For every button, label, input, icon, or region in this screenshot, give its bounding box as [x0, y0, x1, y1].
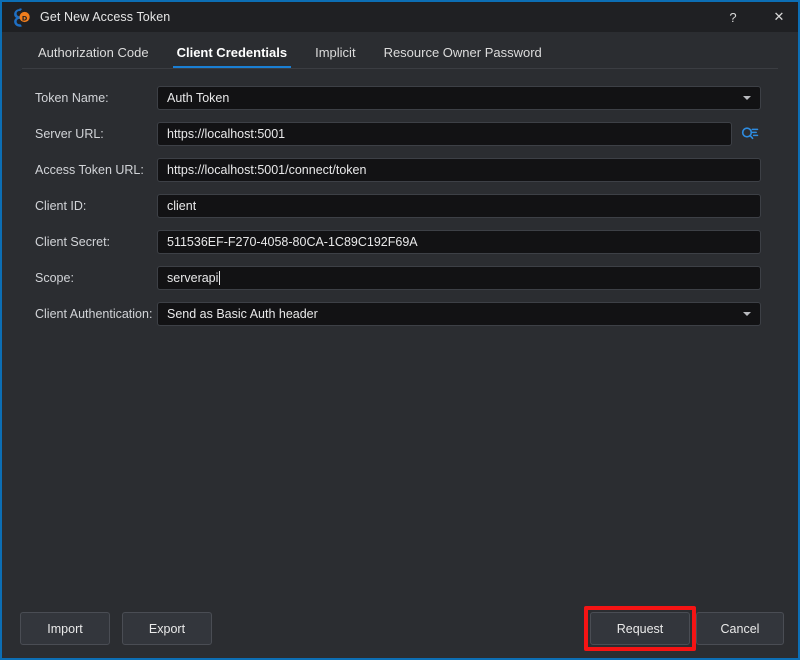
- server-url-value: https://localhost:5001: [158, 127, 285, 141]
- access-token-url-value: https://localhost:5001/connect/token: [158, 163, 366, 177]
- client-id-label: Client ID:: [35, 199, 86, 213]
- discover-search-icon[interactable]: [740, 125, 760, 143]
- dialog-footer: Import Export Request Cancel: [2, 600, 798, 658]
- tab-client-credentials[interactable]: Client Credentials: [163, 45, 302, 68]
- form-row-client-authentication: Client Authentication: Send as Basic Aut…: [2, 296, 798, 332]
- svg-text:D: D: [22, 14, 28, 22]
- scope-label: Scope:: [35, 271, 74, 285]
- form-row-client-id: Client ID: client: [2, 188, 798, 224]
- client-secret-input[interactable]: 511536EF-F270-4058-80CA-1C89C192F69A: [157, 230, 761, 254]
- client-authentication-value: Send as Basic Auth header: [158, 307, 318, 321]
- access-token-url-input[interactable]: https://localhost:5001/connect/token: [157, 158, 761, 182]
- request-button[interactable]: Request: [590, 612, 690, 645]
- client-secret-value: 511536EF-F270-4058-80CA-1C89C192F69A: [158, 235, 418, 249]
- access-token-url-label: Access Token URL:: [35, 163, 144, 177]
- chevron-down-icon: [743, 312, 751, 316]
- form-row-token-name: Token Name: Auth Token: [2, 80, 798, 116]
- export-button[interactable]: Export: [122, 612, 212, 645]
- window-title: Get New Access Token: [40, 10, 710, 24]
- form-row-scope: Scope: serverapi: [2, 260, 798, 296]
- chevron-down-icon: [743, 96, 751, 100]
- token-name-value: Auth Token: [158, 91, 229, 105]
- form-row-client-secret: Client Secret: 511536EF-F270-4058-80CA-1…: [2, 224, 798, 260]
- close-button[interactable]: ✕: [756, 1, 800, 33]
- client-id-input[interactable]: client: [157, 194, 761, 218]
- tab-bar: Authorization Code Client Credentials Im…: [2, 32, 798, 68]
- client-id-value: client: [158, 199, 196, 213]
- tab-bar-divider: [22, 68, 778, 69]
- tab-implicit[interactable]: Implicit: [301, 45, 369, 68]
- cancel-button[interactable]: Cancel: [696, 612, 784, 645]
- swagger-logo-icon: D: [10, 6, 32, 28]
- client-authentication-select[interactable]: Send as Basic Auth header: [157, 302, 761, 326]
- form-row-server-url: Server URL: https://localhost:5001: [2, 116, 798, 152]
- scope-value: serverapi: [158, 271, 218, 285]
- tab-resource-owner-password[interactable]: Resource Owner Password: [370, 45, 556, 68]
- client-secret-label: Client Secret:: [35, 235, 110, 249]
- import-button[interactable]: Import: [20, 612, 110, 645]
- client-authentication-label: Client Authentication:: [35, 307, 152, 321]
- token-name-label: Token Name:: [35, 91, 109, 105]
- client-credentials-form: Token Name: Auth Token Server URL: https…: [2, 80, 798, 332]
- tab-authorization-code[interactable]: Authorization Code: [24, 45, 163, 68]
- scope-input[interactable]: serverapi: [157, 266, 761, 290]
- title-bar: D Get New Access Token ? ✕: [2, 0, 800, 32]
- token-name-select[interactable]: Auth Token: [157, 86, 761, 110]
- help-button[interactable]: ?: [710, 1, 756, 33]
- server-url-input[interactable]: https://localhost:5001: [157, 122, 732, 146]
- form-row-access-token-url: Access Token URL: https://localhost:5001…: [2, 152, 798, 188]
- get-new-access-token-dialog: D Get New Access Token ? ✕ Authorization…: [0, 0, 800, 660]
- server-url-label: Server URL:: [35, 127, 104, 141]
- text-cursor: [219, 271, 220, 285]
